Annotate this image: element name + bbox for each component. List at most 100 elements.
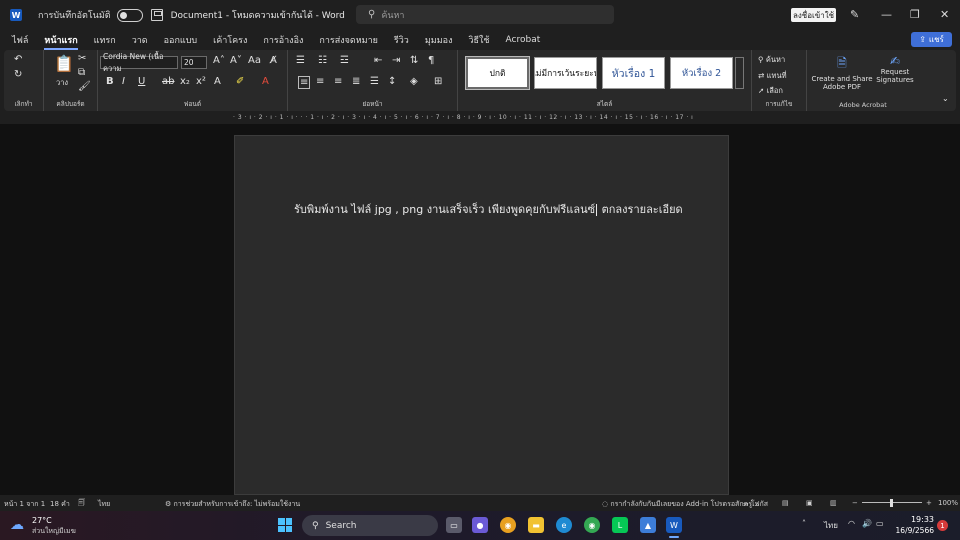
styles-gallery-scroll[interactable] xyxy=(735,57,744,89)
subscript-icon[interactable]: x₂ xyxy=(180,76,190,87)
tab-acrobat[interactable]: Acrobat xyxy=(498,30,549,50)
tab-design[interactable]: ออกแบบ xyxy=(156,30,206,50)
word-count[interactable]: 18 คำ xyxy=(50,499,70,510)
highlight-icon[interactable]: ✐ xyxy=(236,76,244,87)
share-button[interactable]: ⇪ แชร์ xyxy=(911,32,952,47)
cut-icon[interactable]: ✂ xyxy=(78,53,86,64)
find-button[interactable]: ⚲ ค้นหา xyxy=(758,54,785,66)
multilevel-list-icon[interactable]: ☲ xyxy=(340,55,349,66)
photos-icon[interactable]: ▲ xyxy=(640,517,656,533)
minimize-icon[interactable]: — xyxy=(881,8,892,21)
justify-icon[interactable]: ≣ xyxy=(352,76,360,87)
numbering-icon[interactable]: ☷ xyxy=(318,55,327,66)
teams-icon[interactable]: ● xyxy=(472,517,488,533)
weather-temperature[interactable]: 27°C xyxy=(32,516,52,525)
tab-layout[interactable]: เค้าโครง xyxy=(205,30,255,50)
font-color-icon[interactable]: A xyxy=(262,76,269,87)
align-center-icon[interactable]: ≡ xyxy=(316,76,324,87)
language-status[interactable]: ไทย xyxy=(98,499,110,510)
show-marks-icon[interactable]: ¶ xyxy=(428,55,434,66)
notification-badge[interactable]: 1 xyxy=(937,520,948,531)
task-view-icon[interactable]: ▭ xyxy=(446,517,462,533)
clock-time[interactable]: 19:33 xyxy=(896,515,934,524)
select-button[interactable]: ➚ เลือก xyxy=(758,85,783,97)
print-layout-icon[interactable]: ▣ xyxy=(806,499,813,507)
start-button[interactable] xyxy=(278,518,292,532)
shrink-font-icon[interactable]: A˅ xyxy=(230,55,242,66)
align-left-icon[interactable]: ≡ xyxy=(298,76,311,89)
tab-help[interactable]: วิธีใช้ xyxy=(460,30,497,50)
underline-icon[interactable]: U xyxy=(138,76,145,87)
chrome-profile-icon[interactable]: ◉ xyxy=(584,517,600,533)
copy-icon[interactable]: ⧉ xyxy=(78,67,85,78)
pen-icon[interactable]: ✎ xyxy=(850,8,859,21)
create-share-pdf-button[interactable]: 🗎 Create and Share Adobe PDF xyxy=(811,54,873,91)
font-size-select[interactable]: 20 xyxy=(181,56,207,69)
vertical-ruler[interactable] xyxy=(2,135,10,495)
align-right-icon[interactable]: ≡ xyxy=(334,76,342,87)
weather-cloud-icon[interactable]: ☁ xyxy=(10,517,28,533)
decrease-indent-icon[interactable]: ⇤ xyxy=(374,55,382,66)
italic-icon[interactable]: I xyxy=(122,76,125,87)
style-no-spacing[interactable]: ไม่มีการเว้นระยะห่ xyxy=(534,57,597,89)
tab-home[interactable]: หน้าแรก xyxy=(36,30,85,50)
autosave-toggle[interactable] xyxy=(116,8,143,22)
proofing-icon[interactable]: 🗐 xyxy=(78,499,85,510)
line-spacing-icon[interactable]: ↕ xyxy=(388,76,396,87)
tab-file[interactable]: ไฟล์ xyxy=(4,30,36,50)
line-icon[interactable]: L xyxy=(612,517,628,533)
zoom-slider-thumb[interactable] xyxy=(890,499,893,507)
clear-formatting-icon[interactable]: A̸ xyxy=(270,55,277,66)
focus-button[interactable]: ▭ โฟกัส xyxy=(742,499,768,510)
style-heading-2[interactable]: หัวเรื่อง 2 xyxy=(670,57,733,89)
tab-draw[interactable]: วาด xyxy=(124,30,156,50)
zoom-out-icon[interactable]: − xyxy=(852,499,858,507)
search-box[interactable]: ⚲ ค้นหา xyxy=(356,5,614,24)
save-icon[interactable] xyxy=(150,9,163,21)
style-normal[interactable]: ปกติ xyxy=(465,56,530,90)
tab-mailings[interactable]: การส่งจดหมาย xyxy=(311,30,386,50)
tab-references[interactable]: การอ้างอิง xyxy=(255,30,311,50)
undo-icon[interactable]: ↶ xyxy=(14,54,22,65)
zoom-in-icon[interactable]: + xyxy=(926,499,932,507)
file-explorer-icon[interactable]: ▬ xyxy=(528,517,544,533)
accessibility-status[interactable]: ⚙ การช่วยสำหรับการเข้าถึง: ไม่พร้อมใช้งา… xyxy=(165,499,300,510)
bold-icon[interactable]: B xyxy=(106,76,114,87)
change-case-icon[interactable]: Aa xyxy=(248,55,261,66)
tray-overflow-icon[interactable]: ˄ xyxy=(802,519,806,528)
document-page[interactable]: รับพิมพ์งาน ไฟล์ jpg , png งานเสร็จเร็ว … xyxy=(234,135,729,495)
request-signatures-button[interactable]: ✍ Request Signatures xyxy=(873,54,917,84)
replace-button[interactable]: ⇄ แทนที่ xyxy=(758,70,787,82)
restore-icon[interactable]: ❐ xyxy=(910,8,920,21)
wifi-icon[interactable]: ◠ xyxy=(848,519,855,528)
clock-date[interactable]: 16/9/2566 xyxy=(890,526,934,535)
thai-distribute-icon[interactable]: ☰ xyxy=(370,76,379,87)
word-taskbar-icon[interactable]: W xyxy=(666,517,682,538)
style-heading-1[interactable]: หัวเรื่อง 1 xyxy=(602,57,665,89)
tab-insert[interactable]: แทรก xyxy=(86,30,124,50)
strikethrough-icon[interactable]: ab xyxy=(162,76,174,87)
edge-icon[interactable]: e xyxy=(556,517,572,533)
paste-icon[interactable]: 📋 xyxy=(54,54,74,73)
horizontal-ruler[interactable]: · 3 · ı · 2 · ı · 1 · ı · · · 1 · ı · 2 … xyxy=(233,114,728,123)
chrome-icon[interactable]: ◉ xyxy=(500,517,516,533)
text-effects-icon[interactable]: A xyxy=(214,76,221,87)
page-count[interactable]: หน้า 1 จาก 1 xyxy=(4,499,45,510)
volume-icon[interactable]: 🔊 xyxy=(862,519,872,528)
document-text[interactable]: รับพิมพ์งาน ไฟล์ jpg , png งานเสร็จเร็ว … xyxy=(294,200,683,218)
input-language[interactable]: ไทย xyxy=(824,519,838,532)
weather-description[interactable]: ส่วนใหญ่มีเมฆ xyxy=(32,526,76,537)
close-icon[interactable]: ✕ xyxy=(940,8,949,21)
grow-font-icon[interactable]: A˄ xyxy=(213,55,225,66)
superscript-icon[interactable]: x² xyxy=(196,76,206,87)
increase-indent-icon[interactable]: ⇥ xyxy=(392,55,400,66)
format-painter-icon[interactable]: 🖌 xyxy=(78,81,91,92)
sort-icon[interactable]: ⇅ xyxy=(410,55,418,66)
sign-in-button[interactable]: ลงชื่อเข้าใช้ xyxy=(791,8,836,22)
shading-icon[interactable]: ◈ xyxy=(410,76,418,87)
battery-icon[interactable]: ▭ xyxy=(876,519,884,528)
font-name-select[interactable]: Cordia New (เนื้อความ xyxy=(100,52,178,73)
tab-review[interactable]: รีวิว xyxy=(386,30,417,50)
zoom-level[interactable]: 100% xyxy=(938,499,958,507)
web-layout-icon[interactable]: ▥ xyxy=(830,499,837,507)
